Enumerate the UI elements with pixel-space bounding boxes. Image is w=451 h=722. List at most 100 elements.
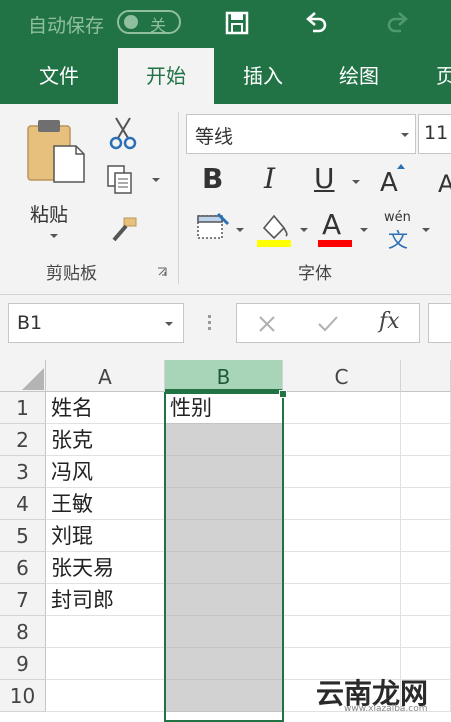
tab-page[interactable]: 页 bbox=[426, 48, 451, 104]
font-name-value: 等线 bbox=[195, 126, 234, 148]
shrink-font-button[interactable]: A bbox=[438, 170, 451, 198]
font-color-swatch bbox=[318, 240, 352, 247]
row-header[interactable]: 7 bbox=[0, 584, 46, 616]
cell-d[interactable] bbox=[401, 424, 451, 456]
cell-a[interactable]: 张天易 bbox=[46, 552, 165, 584]
cell-d[interactable] bbox=[401, 552, 451, 584]
column-header-a[interactable]: A bbox=[46, 360, 165, 392]
font-size-field[interactable]: 11 bbox=[418, 114, 451, 154]
cell-b[interactable] bbox=[165, 520, 283, 552]
column-header-d[interactable] bbox=[401, 360, 451, 392]
font-color-dropdown-icon[interactable] bbox=[358, 226, 370, 234]
column-header-c[interactable]: C bbox=[283, 360, 401, 392]
clipboard-launcher-icon[interactable] bbox=[156, 266, 168, 278]
underline-button[interactable]: U bbox=[314, 162, 335, 195]
autosave-toggle-knob bbox=[124, 15, 138, 29]
cell-d[interactable] bbox=[401, 456, 451, 488]
row-header[interactable]: 6 bbox=[0, 552, 46, 584]
cell-c[interactable] bbox=[283, 552, 401, 584]
cell-c[interactable] bbox=[283, 520, 401, 552]
cell-d[interactable] bbox=[401, 392, 451, 424]
font-name-dropdown-icon[interactable] bbox=[399, 131, 411, 139]
copy-dropdown-icon[interactable] bbox=[150, 176, 162, 184]
phonetic-top[interactable]: wén bbox=[384, 210, 411, 225]
cell-c[interactable] bbox=[283, 456, 401, 488]
insert-function-button[interactable]: fx bbox=[379, 309, 400, 334]
tab-home[interactable]: 开始 bbox=[118, 48, 214, 104]
cell-d[interactable] bbox=[401, 520, 451, 552]
underline-dropdown-icon[interactable] bbox=[350, 178, 362, 186]
enter-icon[interactable] bbox=[317, 314, 339, 334]
cell-d[interactable] bbox=[401, 616, 451, 648]
cell-a[interactable]: 姓名 bbox=[46, 392, 165, 424]
paste-dropdown-icon[interactable] bbox=[48, 232, 60, 240]
name-box-dropdown-icon[interactable] bbox=[163, 320, 175, 328]
fill-color-dropdown-icon[interactable] bbox=[298, 226, 310, 234]
formula-bar-grip[interactable] bbox=[208, 315, 211, 333]
grow-font-button[interactable]: A bbox=[380, 168, 398, 198]
cell-b[interactable] bbox=[165, 424, 283, 456]
name-box[interactable]: B1 bbox=[8, 303, 184, 343]
fill-color-icon[interactable] bbox=[256, 210, 292, 248]
tab-insert[interactable]: 插入 bbox=[224, 48, 302, 104]
row-header[interactable]: 1 bbox=[0, 392, 46, 424]
borders-dropdown-icon[interactable] bbox=[234, 226, 246, 234]
row-header[interactable]: 5 bbox=[0, 520, 46, 552]
cell-d[interactable] bbox=[401, 584, 451, 616]
row-header[interactable]: 4 bbox=[0, 488, 46, 520]
paste-icon[interactable] bbox=[24, 116, 88, 186]
phonetic-dropdown-icon[interactable] bbox=[420, 226, 432, 234]
row-header[interactable]: 9 bbox=[0, 648, 46, 680]
cut-icon[interactable] bbox=[108, 116, 138, 150]
tab-draw[interactable]: 绘图 bbox=[320, 48, 398, 104]
select-all-corner[interactable] bbox=[0, 360, 46, 392]
row-header[interactable]: 10 bbox=[0, 680, 46, 712]
cell-c[interactable] bbox=[283, 392, 401, 424]
tab-file[interactable]: 文件 bbox=[20, 48, 98, 104]
fill-handle[interactable] bbox=[279, 390, 287, 398]
cell-c[interactable] bbox=[283, 616, 401, 648]
cell-a[interactable]: 封司郎 bbox=[46, 584, 165, 616]
cell-a[interactable] bbox=[46, 648, 165, 680]
font-name-field[interactable]: 等线 bbox=[186, 114, 416, 154]
cell-b[interactable] bbox=[165, 680, 283, 712]
format-painter-icon[interactable] bbox=[108, 214, 140, 244]
column-header-b[interactable]: B bbox=[165, 360, 283, 392]
cell-b[interactable] bbox=[165, 488, 283, 520]
cell-c[interactable] bbox=[283, 488, 401, 520]
cell-b[interactable]: 性别 bbox=[165, 392, 283, 424]
borders-icon[interactable] bbox=[196, 212, 230, 242]
cell-b[interactable] bbox=[165, 552, 283, 584]
cell-b[interactable] bbox=[165, 616, 283, 648]
cancel-icon[interactable] bbox=[257, 314, 277, 334]
cell-a[interactable] bbox=[46, 616, 165, 648]
redo-icon[interactable] bbox=[385, 10, 411, 36]
formula-bar-area: B1 fx bbox=[0, 295, 451, 360]
formula-buttons: fx bbox=[236, 303, 420, 343]
row-header[interactable]: 8 bbox=[0, 616, 46, 648]
row-header[interactable]: 3 bbox=[0, 456, 46, 488]
cell-d[interactable] bbox=[401, 488, 451, 520]
cell-c[interactable] bbox=[283, 424, 401, 456]
cell-a[interactable]: 张克 bbox=[46, 424, 165, 456]
cell-c[interactable] bbox=[283, 584, 401, 616]
ribbon-divider bbox=[178, 112, 179, 284]
cell-a[interactable]: 冯风 bbox=[46, 456, 165, 488]
font-color-button[interactable]: A bbox=[322, 208, 341, 241]
save-icon[interactable] bbox=[225, 11, 249, 35]
formula-input[interactable] bbox=[428, 303, 451, 343]
cell-b[interactable] bbox=[165, 648, 283, 680]
grow-arrow-icon bbox=[397, 164, 405, 169]
phonetic-bottom[interactable]: 文 bbox=[388, 224, 408, 253]
cell-a[interactable]: 王敏 bbox=[46, 488, 165, 520]
row-header[interactable]: 2 bbox=[0, 424, 46, 456]
copy-icon[interactable] bbox=[106, 164, 134, 196]
cell-a[interactable]: 刘琨 bbox=[46, 520, 165, 552]
cell-a[interactable] bbox=[46, 680, 165, 712]
italic-button[interactable]: I bbox=[264, 162, 275, 195]
undo-icon[interactable] bbox=[303, 10, 329, 36]
paste-label[interactable]: 粘贴 bbox=[30, 200, 68, 227]
cell-b[interactable] bbox=[165, 456, 283, 488]
cell-b[interactable] bbox=[165, 584, 283, 616]
bold-button[interactable]: B bbox=[202, 162, 223, 195]
